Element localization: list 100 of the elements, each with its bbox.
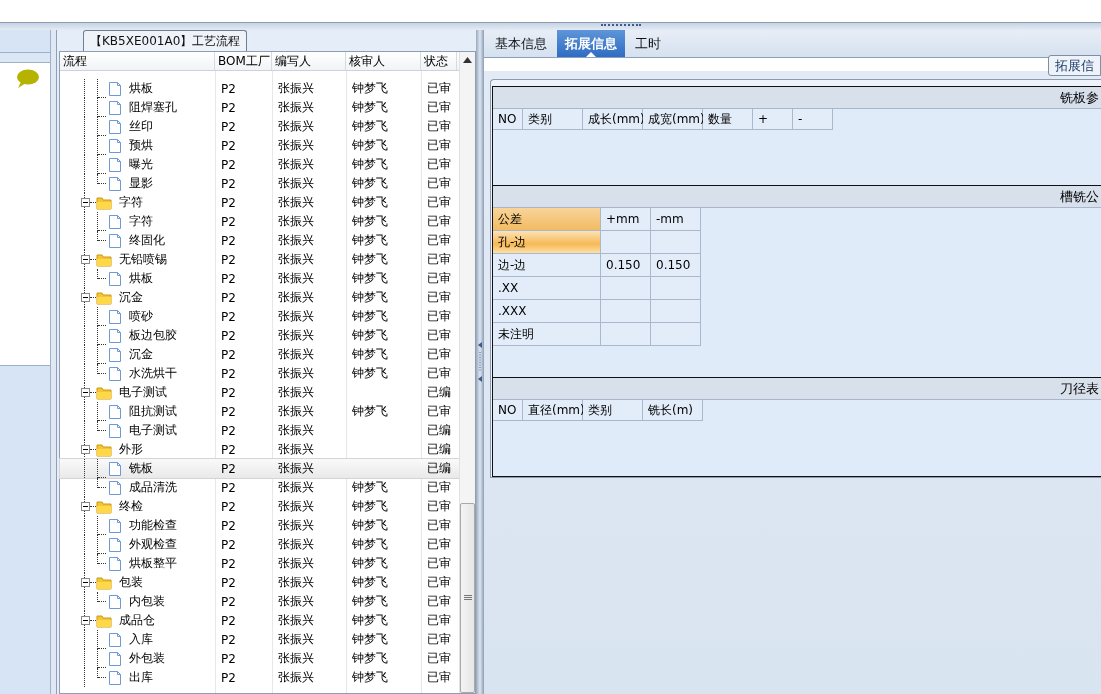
tree-row[interactable]: 水洗烘干 P2 张振兴 钟梦飞 已审 [60, 364, 459, 383]
tree-row[interactable]: 功能检查 P2 张振兴 钟梦飞 已审 [60, 516, 459, 535]
group-label: 电子测试 [118, 384, 168, 401]
column-header[interactable]: 类别 [583, 400, 643, 421]
panel-title: 【KB5XE001A0】工艺流程 [83, 30, 248, 51]
column-header[interactable]: NO [493, 400, 523, 421]
column-header[interactable]: 编写人 [272, 52, 346, 70]
column-header[interactable]: 成长(mm) [583, 109, 643, 130]
collapse-icon[interactable] [81, 198, 90, 207]
tree-row[interactable]: 铣板 P2 张振兴 已编 [60, 459, 459, 478]
row-label[interactable]: .XXX [493, 300, 601, 323]
row-label[interactable]: 未注明 [493, 323, 601, 346]
step-label: 终固化 [128, 232, 166, 249]
group-label: 字符 [118, 194, 144, 211]
bom-cell-text: P2 [220, 537, 237, 552]
tree-row[interactable]: 沉金 P2 张振兴 钟梦飞 已审 [60, 288, 459, 307]
tree-row[interactable]: 显影 P2 张振兴 钟梦飞 已审 [60, 174, 459, 193]
tree-row[interactable]: 出库 P2 张振兴 钟梦飞 已审 [60, 668, 459, 687]
scrollbar-thumb[interactable] [460, 503, 475, 693]
collapse-icon[interactable] [81, 578, 90, 587]
status-cell-text: 已审 [426, 593, 452, 610]
tree-row[interactable]: 烘板 P2 张振兴 钟梦飞 已审 [60, 269, 459, 288]
column-header[interactable]: 公差 [493, 208, 601, 231]
step-label: 铣板 [128, 460, 154, 477]
tree-row[interactable]: 成品清洗 P2 张振兴 钟梦飞 已审 [60, 478, 459, 497]
collapse-icon[interactable] [81, 293, 90, 302]
tree-row[interactable]: 预烘 P2 张振兴 钟梦飞 已审 [60, 136, 459, 155]
tree-row[interactable]: 终检 P2 张振兴 钟梦飞 已审 [60, 497, 459, 516]
side-button[interactable]: 拓展信 [1048, 55, 1101, 76]
author-cell-text: 张振兴 [277, 365, 315, 382]
tab[interactable]: 工时 [627, 30, 669, 57]
column-header[interactable]: 铣长(m) [643, 400, 703, 421]
document-icon [108, 669, 122, 686]
tree-row[interactable]: 阻抗测试 P2 张振兴 钟梦飞 已审 [60, 402, 459, 421]
column-header[interactable]: 流程 [60, 52, 215, 70]
reviewer-cell-text: 钟梦飞 [351, 99, 389, 116]
tree-row[interactable]: 烘板整平 P2 张振兴 钟梦飞 已审 [60, 554, 459, 573]
tree-row[interactable]: 字符 P2 张振兴 钟梦飞 已审 [60, 193, 459, 212]
column-header[interactable]: 直径(mm) [523, 400, 583, 421]
tree-row[interactable]: 电子测试 P2 张振兴 已编 [60, 421, 459, 440]
bom-cell-text: P2 [220, 499, 237, 514]
status-cell-text: 已审 [426, 213, 452, 230]
collapse-icon[interactable] [81, 388, 90, 397]
tree-row[interactable]: 电子测试 P2 张振兴 已编 [60, 383, 459, 402]
bom-cell-text: P2 [220, 100, 237, 115]
status-cell-text: 已审 [426, 536, 452, 553]
row-label[interactable]: 边-边 [493, 254, 601, 277]
tree-row[interactable]: 喷砂 P2 张振兴 钟梦飞 已审 [60, 307, 459, 326]
column-header[interactable]: BOM工厂 [215, 52, 272, 70]
minus-cell[interactable]: 0.150 [651, 254, 701, 277]
tree-row[interactable]: 沉金 P2 张振兴 钟梦飞 已审 [60, 345, 459, 364]
tab[interactable]: 拓展信息 [557, 30, 625, 57]
author-cell-text: 张振兴 [277, 498, 315, 515]
bom-cell-text: P2 [220, 670, 237, 685]
bom-cell-text: P2 [220, 214, 237, 229]
reviewer-cell-text: 钟梦飞 [351, 251, 389, 268]
column-header[interactable]: +mm [601, 208, 651, 231]
row-label[interactable]: .XX [493, 277, 601, 300]
author-cell-text: 张振兴 [277, 441, 315, 458]
collapse-icon[interactable] [81, 502, 90, 511]
tree-row[interactable]: 外包装 P2 张振兴 钟梦飞 已审 [60, 649, 459, 668]
scroll-up-icon[interactable] [463, 57, 472, 63]
tree-row[interactable]: 字符 P2 张振兴 钟梦飞 已审 [60, 212, 459, 231]
tree-row[interactable]: 终固化 P2 张振兴 钟梦飞 已审 [60, 231, 459, 250]
step-label: 沉金 [128, 346, 154, 363]
tree-row[interactable]: 曝光 P2 张振兴 钟梦飞 已审 [60, 155, 459, 174]
tree-row[interactable]: 板边包胶 P2 张振兴 钟梦飞 已审 [60, 326, 459, 345]
column-header[interactable]: + [753, 109, 793, 130]
row-label[interactable]: 孔-边 [493, 231, 601, 254]
tree-row[interactable]: 无铅喷锡 P2 张振兴 钟梦飞 已审 [60, 250, 459, 269]
tree-row[interactable]: 成品仓 P2 张振兴 钟梦飞 已审 [60, 611, 459, 630]
author-cell-text: 张振兴 [277, 213, 315, 230]
bom-cell-text: P2 [220, 442, 237, 457]
status-cell-text: 已审 [426, 346, 452, 363]
column-header[interactable]: 数量 [703, 109, 753, 130]
column-header[interactable]: 状态 [421, 52, 457, 70]
step-label: 功能检查 [128, 517, 178, 534]
column-header[interactable]: 类别 [523, 109, 583, 130]
tree-row[interactable]: 阻焊塞孔 P2 张振兴 钟梦飞 已审 [60, 98, 459, 117]
tree-row[interactable]: 烘板 P2 张振兴 钟梦飞 已审 [60, 79, 459, 98]
tree-row[interactable]: 内包装 P2 张振兴 钟梦飞 已审 [60, 592, 459, 611]
tree-row[interactable]: 包装 P2 张振兴 钟梦飞 已审 [60, 573, 459, 592]
column-header[interactable]: 成宽(mm) [643, 109, 703, 130]
column-header[interactable]: 核审人 [346, 52, 421, 70]
plus-cell[interactable]: 0.150 [601, 254, 651, 277]
collapse-icon[interactable] [81, 616, 90, 625]
tab[interactable]: 基本信息 [487, 30, 555, 57]
column-header[interactable]: NO [493, 109, 523, 130]
collapse-icon[interactable] [81, 255, 90, 264]
step-label: 入库 [128, 631, 154, 648]
tree-row[interactable]: 入库 P2 张振兴 钟梦飞 已审 [60, 630, 459, 649]
tree-row[interactable]: 外观检查 P2 张振兴 钟梦飞 已审 [60, 535, 459, 554]
collapse-icon[interactable] [81, 445, 90, 454]
author-cell-text: 张振兴 [277, 669, 315, 686]
column-header[interactable]: - [793, 109, 833, 130]
bom-cell-text: P2 [220, 651, 237, 666]
document-icon [108, 403, 122, 420]
splitter-grip-icon[interactable] [478, 342, 482, 382]
tree-row[interactable]: 丝印 P2 张振兴 钟梦飞 已审 [60, 117, 459, 136]
column-header[interactable]: -mm [651, 208, 701, 231]
